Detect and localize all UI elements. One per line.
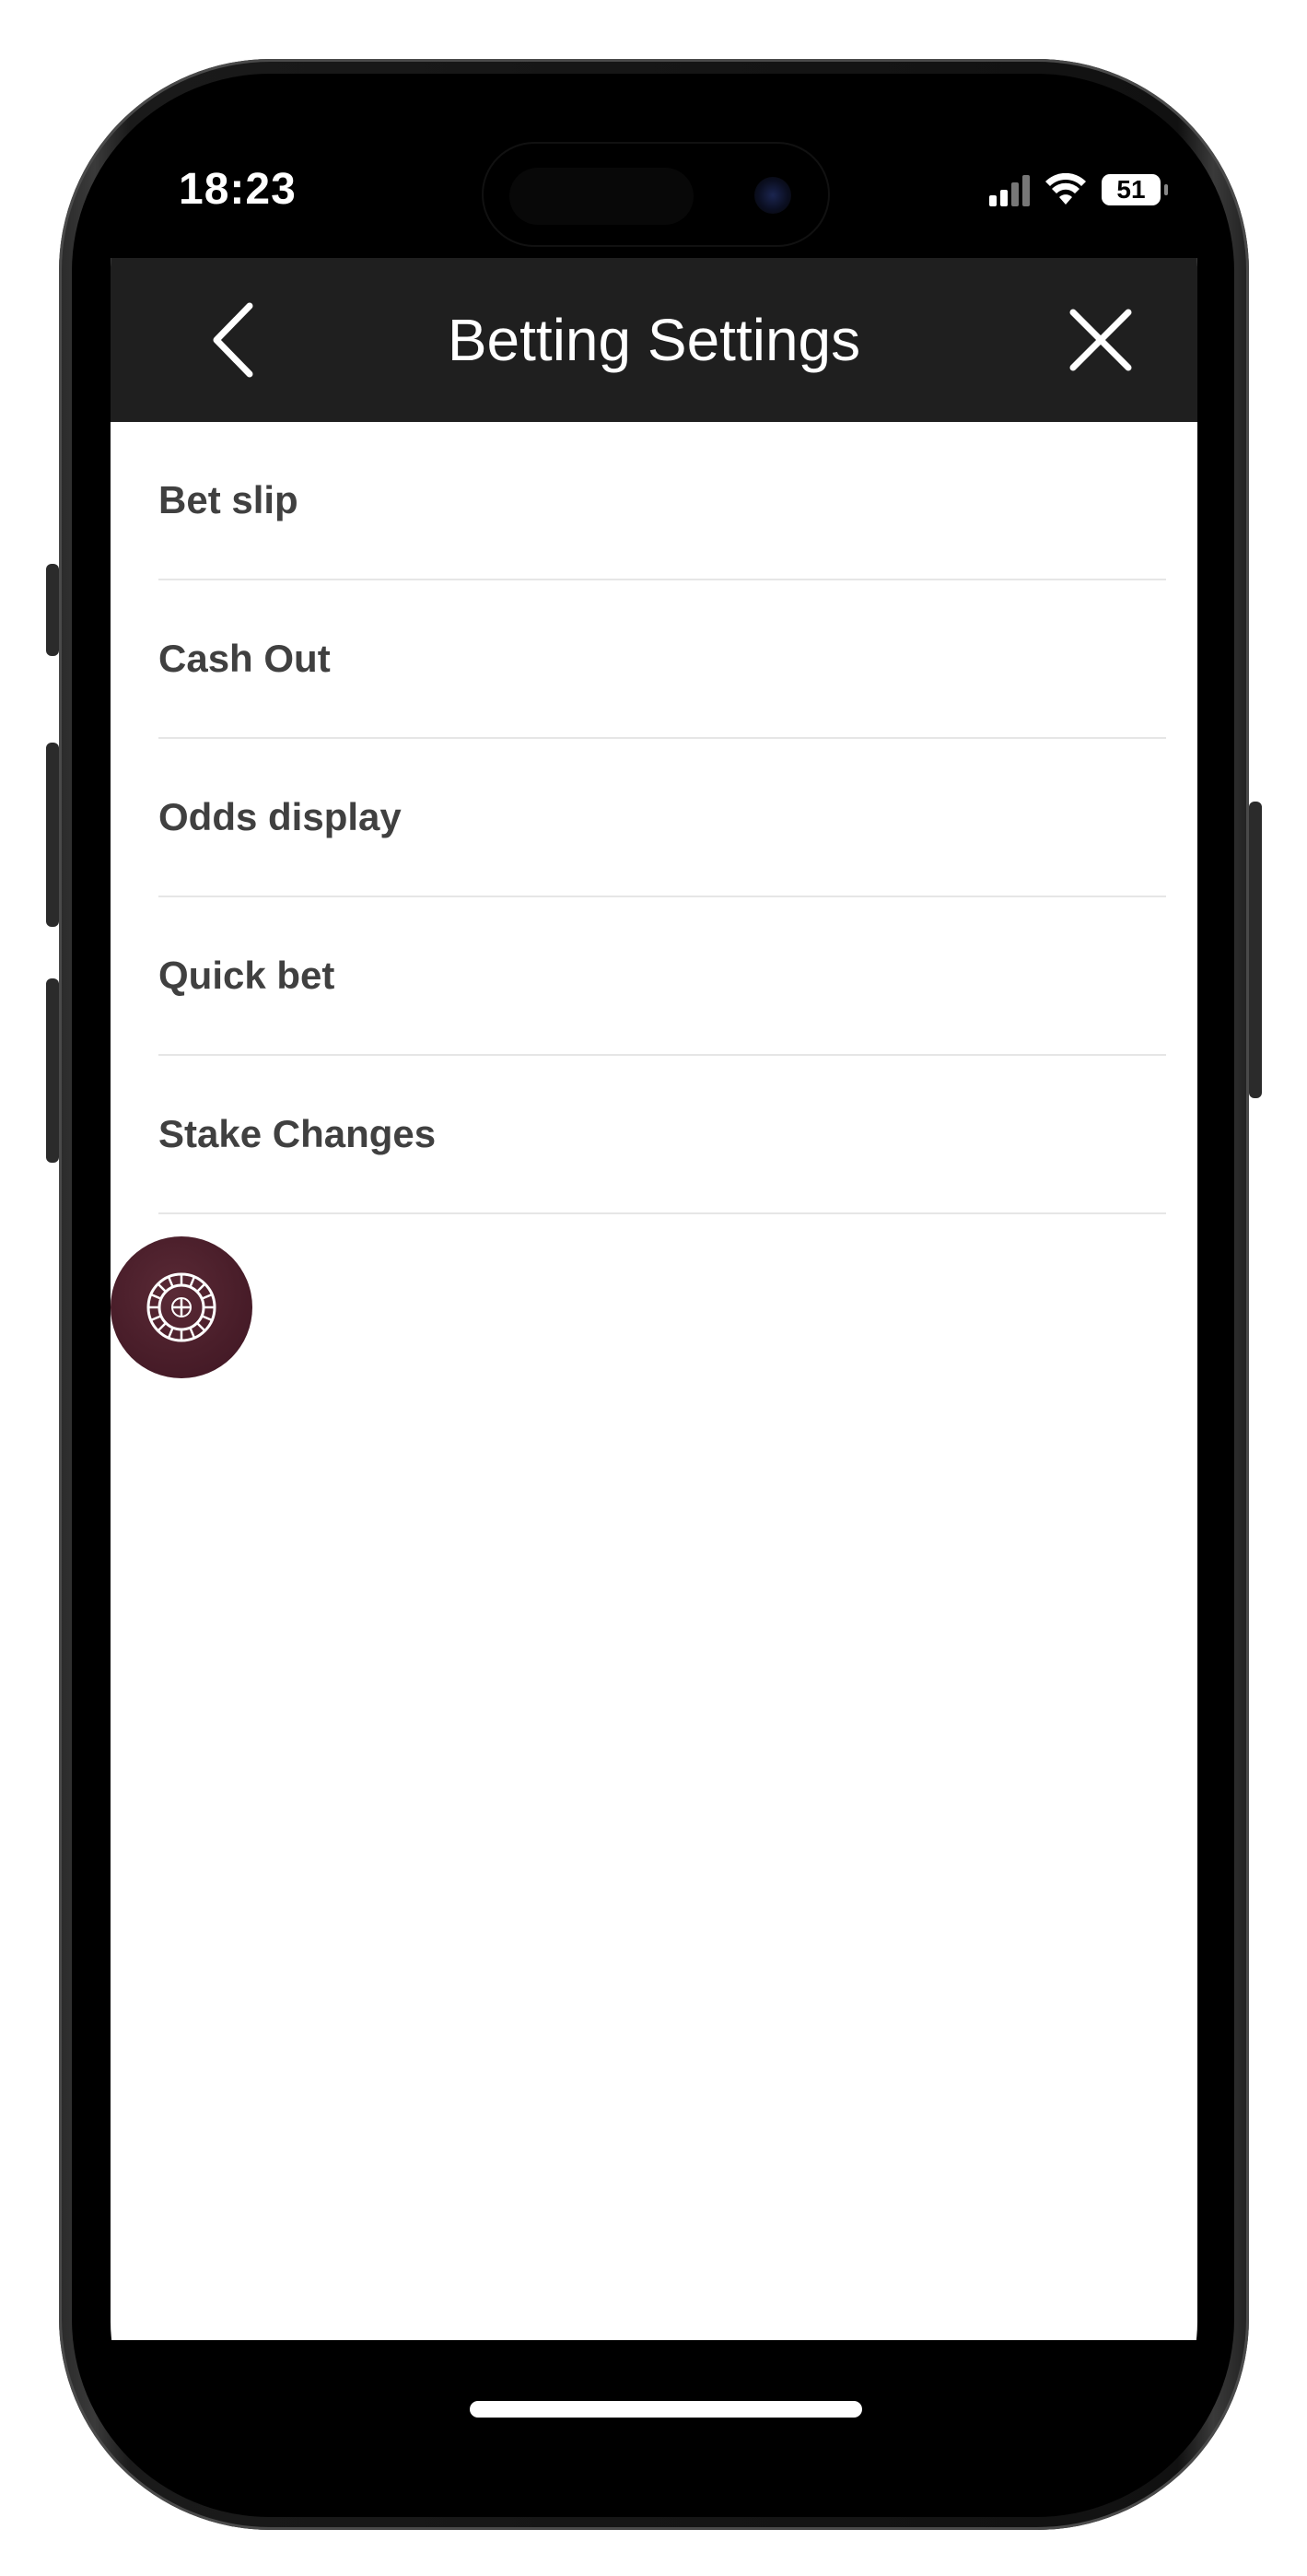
status-icons: 51 (989, 171, 1168, 208)
home-bar-area (111, 2340, 1197, 2478)
phone-screen: 18:23 51 Betting Settings Bet slip Cash … (111, 111, 1197, 2478)
close-icon (1069, 309, 1132, 371)
settings-item-quick-bet[interactable]: Quick bet (158, 897, 1166, 1056)
roulette-wheel-icon (146, 1272, 216, 1342)
app-content: Betting Settings Bet slip Cash Out Odds … (111, 258, 1197, 2340)
settings-list: Bet slip Cash Out Odds display Quick bet… (158, 422, 1166, 1214)
chevron-left-icon (213, 302, 253, 378)
action-button (46, 564, 59, 656)
casino-floating-button[interactable] (111, 1236, 252, 1378)
battery-icon: 51 (1102, 174, 1168, 205)
home-indicator[interactable] (470, 2401, 862, 2418)
close-button[interactable] (1059, 299, 1142, 381)
island-sensor (509, 168, 694, 225)
settings-item-label: Bet slip (158, 478, 298, 521)
volume-up-button (46, 743, 59, 927)
settings-item-label: Odds display (158, 795, 402, 838)
front-camera-icon (754, 177, 791, 214)
settings-item-cash-out[interactable]: Cash Out (158, 580, 1166, 739)
settings-item-label: Stake Changes (158, 1112, 437, 1155)
volume-down-button (46, 978, 59, 1163)
wifi-icon (1045, 173, 1086, 205)
power-button (1249, 802, 1262, 1098)
cellular-signal-icon (989, 173, 1030, 206)
settings-item-bet-slip[interactable]: Bet slip (158, 422, 1166, 580)
status-time: 18:23 (179, 165, 297, 214)
settings-item-odds-display[interactable]: Odds display (158, 739, 1166, 897)
page-title: Betting Settings (447, 307, 861, 373)
settings-item-stake-changes[interactable]: Stake Changes (158, 1056, 1166, 1214)
back-button[interactable] (193, 299, 276, 381)
status-bar: 18:23 51 (111, 111, 1197, 258)
app-header: Betting Settings (111, 258, 1197, 422)
settings-item-label: Quick bet (158, 954, 335, 997)
settings-item-label: Cash Out (158, 637, 331, 680)
dynamic-island (482, 142, 830, 247)
